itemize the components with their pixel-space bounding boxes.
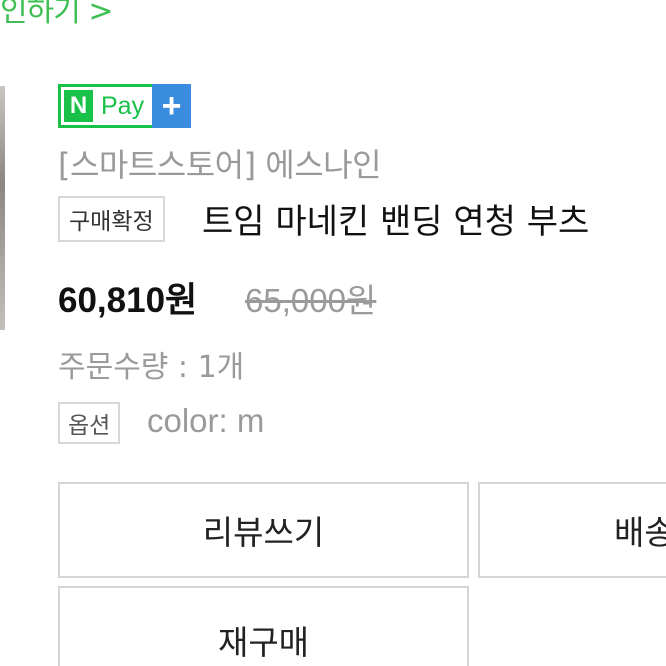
rebuy-button[interactable]: 재구매	[58, 586, 469, 666]
status-badge: 구매확정	[58, 196, 165, 242]
order-quantity: 주문수량 : 1개	[58, 350, 245, 385]
npay-badge: N Pay +	[58, 84, 192, 128]
option-badge: 옵션	[58, 402, 121, 444]
sale-price: 60,810원	[58, 281, 198, 320]
order-detail-page: 인하기 > N Pay + [스마트스토어] 에스나인 구매확정 트임 마네킨 …	[0, 0, 666, 666]
plus-icon: +	[152, 84, 192, 128]
shipping-button[interactable]: 배송	[478, 482, 666, 578]
store-name[interactable]: [스마트스토어] 에스나인	[58, 140, 382, 186]
original-price: 65,000원	[245, 282, 377, 319]
npay-n-icon: N	[64, 90, 93, 122]
write-review-button[interactable]: 리뷰쓰기	[58, 482, 469, 578]
product-thumbnail[interactable]	[0, 86, 5, 330]
confirm-link[interactable]: 인하기 >	[0, 0, 113, 30]
option-value: color: m	[147, 402, 265, 439]
product-title[interactable]: 트임 마네킨 밴딩 연청 부츠	[202, 194, 589, 243]
npay-label: Pay	[101, 91, 145, 120]
npay-logo: N Pay	[58, 84, 153, 128]
